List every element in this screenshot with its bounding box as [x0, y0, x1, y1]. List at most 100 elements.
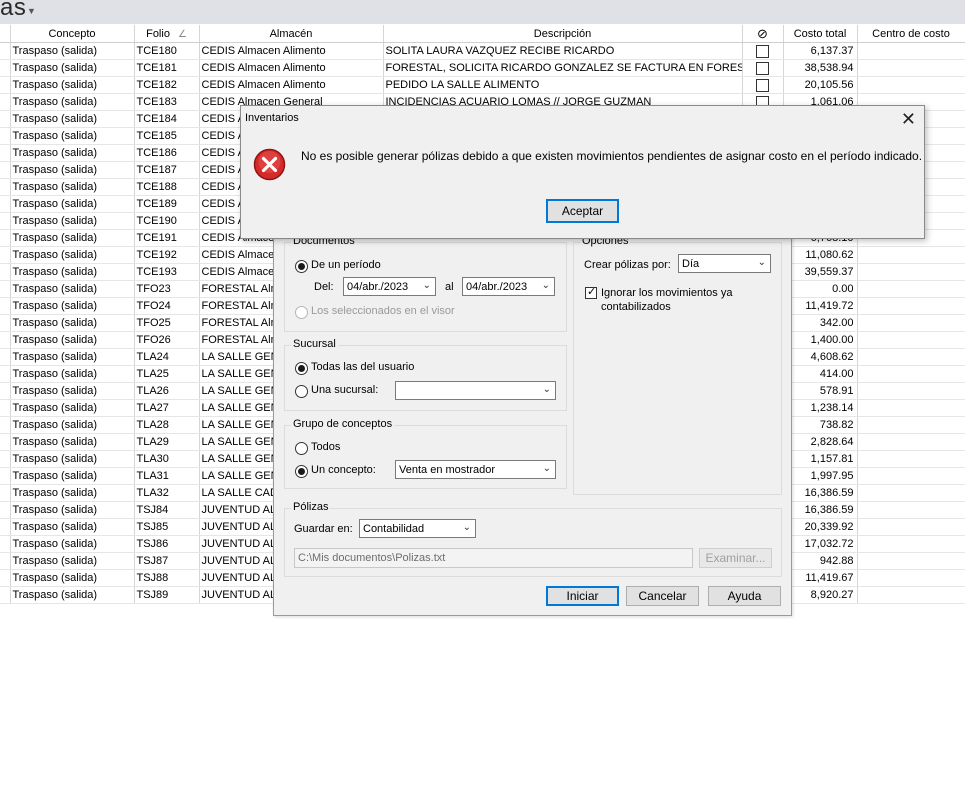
cell-concepto[interactable]: Traspaso (salida): [10, 416, 135, 434]
row-marker[interactable]: [0, 467, 11, 485]
cell-costo-total[interactable]: 1,157.81: [783, 450, 858, 468]
col-header-descripcion[interactable]: Descripción: [383, 25, 743, 43]
cell-centro-costo[interactable]: [857, 331, 965, 349]
row-marker[interactable]: [0, 161, 11, 179]
cell-descripcion[interactable]: PEDIDO LA SALLE ALIMENTO: [383, 76, 743, 94]
cell-costo-total[interactable]: 16,386.59: [783, 484, 858, 502]
date-from-picker[interactable]: 04/abr./2023 ⌄: [343, 277, 436, 296]
cell-costo-total[interactable]: 11,419.72: [783, 297, 858, 315]
cell-concepto[interactable]: Traspaso (salida): [10, 229, 135, 247]
row-marker[interactable]: [0, 212, 11, 230]
row-marker[interactable]: [0, 246, 11, 264]
cell-folio[interactable]: TLA30: [134, 450, 200, 468]
cell-concepto[interactable]: Traspaso (salida): [10, 399, 135, 417]
cell-folio[interactable]: TLA28: [134, 416, 200, 434]
guardar-en-select[interactable]: Contabilidad ⌄: [359, 519, 476, 538]
cell-costo-total[interactable]: 39,559.37: [783, 263, 858, 281]
row-marker[interactable]: [0, 399, 11, 417]
cell-centro-costo[interactable]: [857, 535, 965, 553]
row-marker[interactable]: [0, 450, 11, 468]
cell-folio[interactable]: TCE184: [134, 110, 200, 128]
cell-folio[interactable]: TCE189: [134, 195, 200, 213]
row-marker[interactable]: [0, 93, 11, 111]
cell-centro-costo[interactable]: [857, 484, 965, 502]
row-marker[interactable]: [0, 433, 11, 451]
cell-folio[interactable]: TSJ86: [134, 535, 200, 553]
cell-concepto[interactable]: Traspaso (salida): [10, 484, 135, 502]
date-to-picker[interactable]: 04/abr./2023 ⌄: [462, 277, 555, 296]
cancelled-checkbox[interactable]: [756, 61, 769, 75]
cell-centro-costo[interactable]: [857, 348, 965, 366]
col-header-concepto[interactable]: Concepto: [10, 25, 135, 43]
cell-costo-total[interactable]: 17,032.72: [783, 535, 858, 553]
cell-folio[interactable]: TCE192: [134, 246, 200, 264]
cell-concepto[interactable]: Traspaso (salida): [10, 450, 135, 468]
concepto-select[interactable]: Venta en mostrador ⌄: [395, 460, 556, 479]
iniciar-button[interactable]: Iniciar: [546, 586, 619, 606]
cell-centro-costo[interactable]: [857, 450, 965, 468]
cell-folio[interactable]: TCE182: [134, 76, 200, 94]
cell-costo-total[interactable]: 578.91: [783, 382, 858, 400]
row-marker[interactable]: [0, 314, 11, 332]
col-header-folio[interactable]: Folio ∠: [134, 25, 200, 43]
cell-costo-total[interactable]: 738.82: [783, 416, 858, 434]
radio-seleccionados[interactable]: [295, 306, 308, 319]
cell-folio[interactable]: TLA24: [134, 348, 200, 366]
cell-concepto[interactable]: Traspaso (salida): [10, 365, 135, 383]
row-marker[interactable]: [0, 195, 11, 213]
cell-centro-costo[interactable]: [857, 297, 965, 315]
cell-folio[interactable]: TLA26: [134, 382, 200, 400]
radio-todas-sucursales[interactable]: [295, 362, 308, 375]
cell-cancelled-checkbox[interactable]: [742, 59, 784, 77]
cell-concepto[interactable]: Traspaso (salida): [10, 195, 135, 213]
row-marker[interactable]: [0, 552, 11, 570]
col-header-almacen[interactable]: Almacén: [199, 25, 384, 43]
cell-costo-total[interactable]: 1,238.14: [783, 399, 858, 417]
cell-concepto[interactable]: Traspaso (salida): [10, 212, 135, 230]
cell-concepto[interactable]: Traspaso (salida): [10, 246, 135, 264]
cell-folio[interactable]: TCE186: [134, 144, 200, 162]
cell-centro-costo[interactable]: [857, 416, 965, 434]
cell-folio[interactable]: TSJ84: [134, 501, 200, 519]
cell-concepto[interactable]: Traspaso (salida): [10, 433, 135, 451]
cell-concepto[interactable]: Traspaso (salida): [10, 280, 135, 298]
col-header-costo-total[interactable]: Costo total: [783, 25, 858, 43]
cell-concepto[interactable]: Traspaso (salida): [10, 569, 135, 587]
row-marker[interactable]: [0, 348, 11, 366]
cell-centro-costo[interactable]: [857, 365, 965, 383]
cell-cancelled-checkbox[interactable]: [742, 42, 784, 60]
cell-concepto[interactable]: Traspaso (salida): [10, 76, 135, 94]
cell-concepto[interactable]: Traspaso (salida): [10, 314, 135, 332]
cell-folio[interactable]: TCE193: [134, 263, 200, 281]
cell-concepto[interactable]: Traspaso (salida): [10, 501, 135, 519]
title-dropdown-icon[interactable]: ▼: [27, 6, 36, 16]
cell-centro-costo[interactable]: [857, 552, 965, 570]
cell-concepto[interactable]: Traspaso (salida): [10, 586, 135, 604]
cancelar-button[interactable]: Cancelar: [626, 586, 699, 606]
cell-centro-costo[interactable]: [857, 501, 965, 519]
cell-cancelled-checkbox[interactable]: [742, 76, 784, 94]
cell-costo-total[interactable]: 1,997.95: [783, 467, 858, 485]
cell-centro-costo[interactable]: [857, 314, 965, 332]
row-marker[interactable]: [0, 535, 11, 553]
row-marker[interactable]: [0, 569, 11, 587]
cell-folio[interactable]: TFO23: [134, 280, 200, 298]
cell-centro-costo[interactable]: [857, 382, 965, 400]
path-field[interactable]: C:\Mis documentos\Polizas.txt: [294, 548, 693, 568]
cell-folio[interactable]: TLA27: [134, 399, 200, 417]
cell-centro-costo[interactable]: [857, 518, 965, 536]
row-marker[interactable]: [0, 229, 11, 247]
row-marker[interactable]: [0, 127, 11, 145]
cell-costo-total[interactable]: 8,920.27: [783, 586, 858, 604]
cell-costo-total[interactable]: 11,419.67: [783, 569, 858, 587]
radio-un-concepto[interactable]: [295, 465, 308, 478]
cell-folio[interactable]: TCE188: [134, 178, 200, 196]
cell-concepto[interactable]: Traspaso (salida): [10, 93, 135, 111]
cell-centro-costo[interactable]: [857, 399, 965, 417]
crear-polizas-select[interactable]: Día ⌄: [678, 254, 771, 273]
cell-folio[interactable]: TCE183: [134, 93, 200, 111]
cell-centro-costo[interactable]: [857, 433, 965, 451]
cell-centro-costo[interactable]: [857, 569, 965, 587]
cell-centro-costo[interactable]: [857, 263, 965, 281]
row-marker[interactable]: [0, 280, 11, 298]
